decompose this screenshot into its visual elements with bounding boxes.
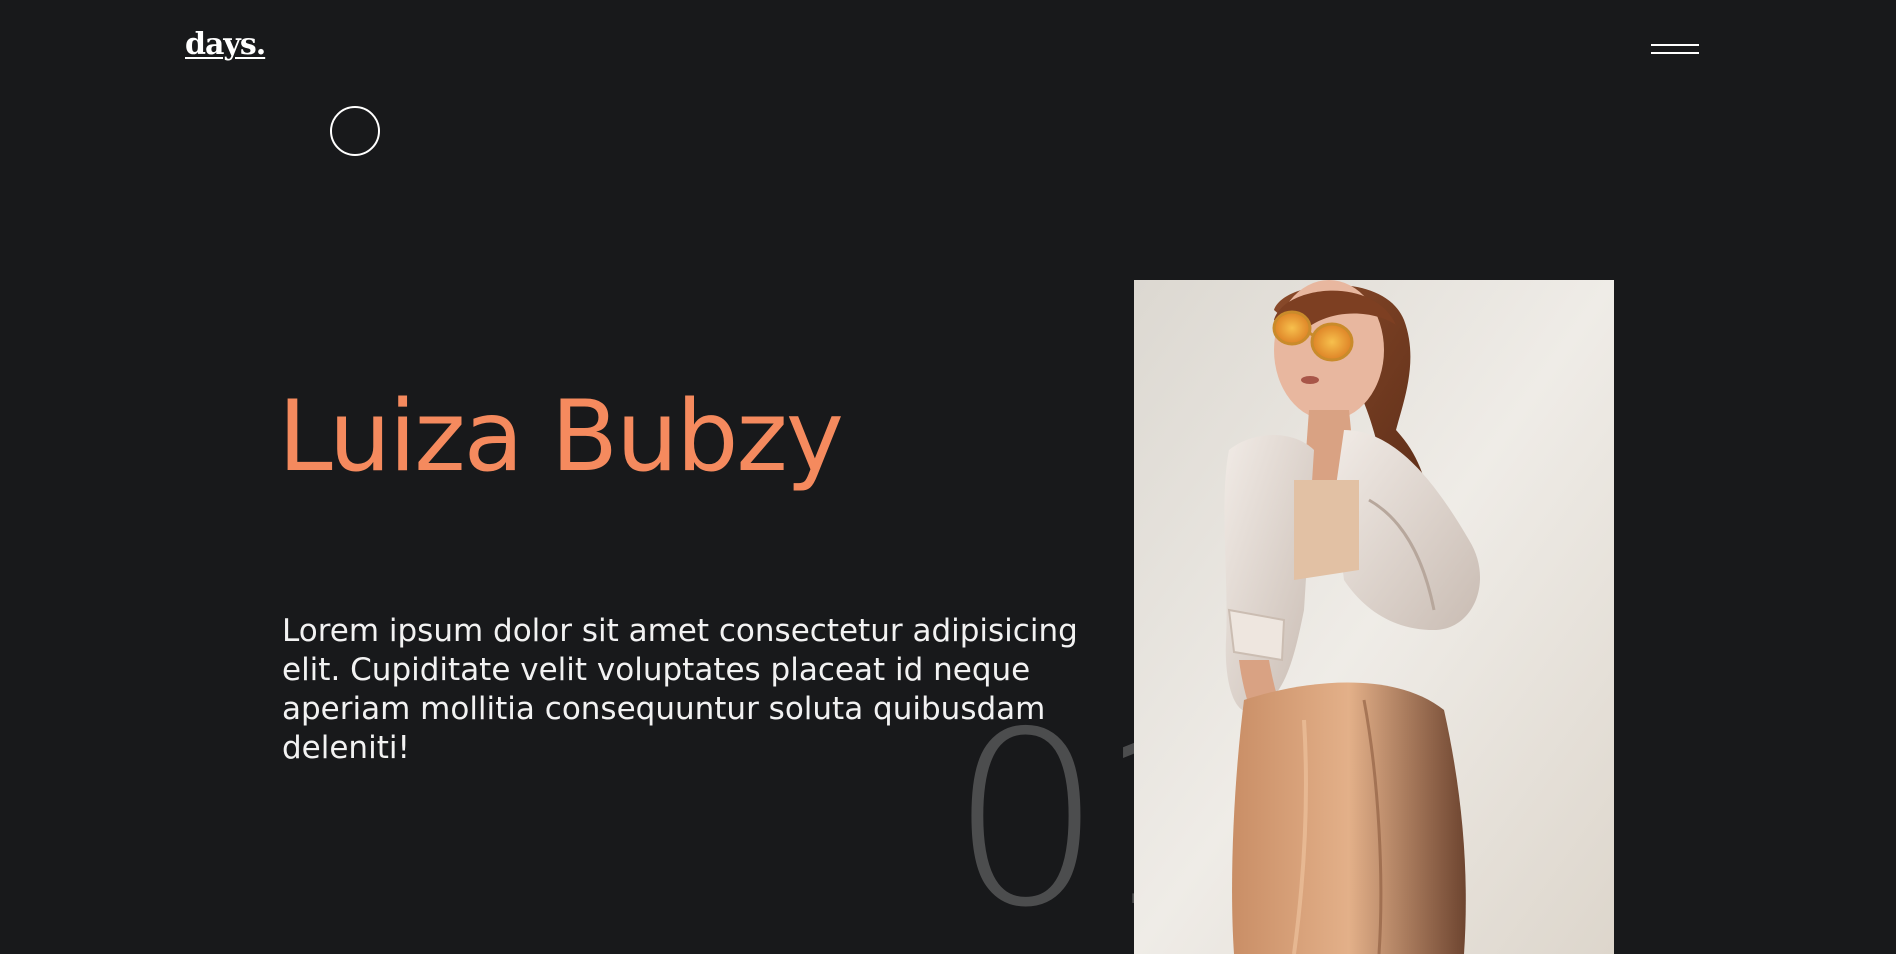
menu-line	[1651, 44, 1699, 46]
hero-title: Luiza Bubzy	[278, 380, 844, 494]
logo[interactable]: days.	[185, 30, 266, 60]
model-photo-illustration	[1134, 280, 1614, 954]
cursor-circle-icon	[330, 106, 380, 156]
hamburger-menu-icon[interactable]	[1651, 42, 1701, 58]
hero-photo	[1134, 280, 1614, 954]
page: days. Luiza Bubzy Lorem ipsum dolor sit …	[0, 0, 1896, 954]
menu-line	[1651, 52, 1699, 54]
